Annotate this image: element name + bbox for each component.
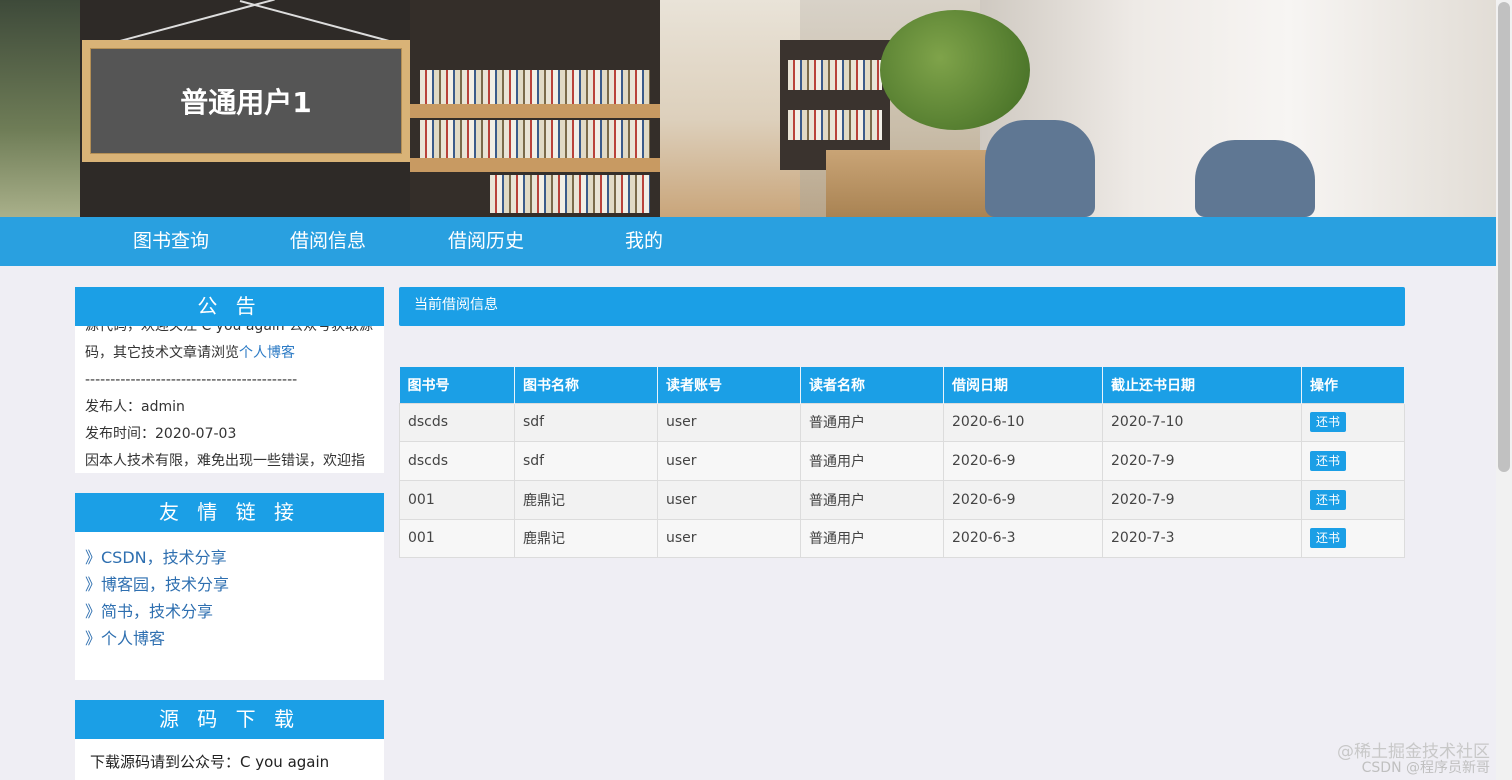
nav-item-borrow-info[interactable]: 借阅信息 xyxy=(290,217,366,266)
notice-body: 源代码，欢迎关注 C you again 公众号获取源 码，其它技术文章请浏览个… xyxy=(75,326,384,473)
col-borrow-date: 借阅日期 xyxy=(943,367,1103,403)
cell-book-name: sdf xyxy=(514,402,658,443)
page-scrollbar[interactable] xyxy=(1496,0,1512,780)
notice-panel: 公 告 源代码，欢迎关注 C you again 公众号获取源 码，其它技术文章… xyxy=(75,287,384,473)
nav-item-mine[interactable]: 我的 xyxy=(625,217,663,266)
notice-text: 码，其它技术文章请浏览 xyxy=(85,345,239,361)
chair-image xyxy=(1195,140,1315,217)
cell-action: 还书 xyxy=(1301,402,1405,443)
bookshelf-image xyxy=(410,0,660,217)
link-personal-blog[interactable]: 》个人博客 xyxy=(85,625,374,652)
planter-image xyxy=(826,150,996,217)
banner-window-left xyxy=(0,0,80,217)
link-cnblogs[interactable]: 》博客园，技术分享 xyxy=(85,571,374,598)
source-download-panel: 源 码 下 载 下载源码请到公众号：C you again xyxy=(75,700,384,780)
cell-book-name: 鹿鼎记 xyxy=(514,518,658,559)
corridor-image xyxy=(660,0,800,217)
cell-reader-account: user xyxy=(657,402,801,443)
cell-due-date: 2020-7-3 xyxy=(1102,518,1302,559)
cell-due-date: 2020-7-9 xyxy=(1102,441,1302,481)
table-row: 001 鹿鼎记 user 普通用户 2020-6-9 2020-7-9 还书 xyxy=(399,479,1405,520)
cell-book-id: 001 xyxy=(399,479,515,520)
cell-reader-name: 普通用户 xyxy=(800,441,944,481)
main-nav: 图书查询 借阅信息 借阅历史 我的 xyxy=(0,217,1496,266)
notice-line: 码，其它技术文章请浏览个人博客 xyxy=(85,340,374,367)
col-reader-name: 读者名称 xyxy=(800,367,944,403)
personal-blog-link[interactable]: 个人博客 xyxy=(239,345,295,361)
friend-links-title: 友 情 链 接 xyxy=(75,493,384,532)
col-due-date: 截止还书日期 xyxy=(1102,367,1302,403)
current-borrow-title: 当前借阅信息 xyxy=(399,287,1405,326)
cell-reader-account: user xyxy=(657,479,801,520)
plant-image xyxy=(880,10,1030,130)
cell-book-id: 001 xyxy=(399,518,515,559)
table-header-row: 图书号 图书名称 读者账号 读者名称 借阅日期 截止还书日期 操作 xyxy=(399,367,1405,403)
cell-reader-name: 普通用户 xyxy=(800,518,944,559)
scrollbar-thumb[interactable] xyxy=(1498,2,1510,472)
cell-action: 还书 xyxy=(1301,479,1405,520)
return-book-button[interactable]: 还书 xyxy=(1310,451,1347,472)
return-book-button[interactable]: 还书 xyxy=(1310,528,1347,549)
col-reader-account: 读者账号 xyxy=(657,367,801,403)
username-title: 普通用户1 xyxy=(180,86,312,119)
cell-reader-name: 普通用户 xyxy=(800,402,944,443)
col-book-id: 图书号 xyxy=(399,367,515,403)
cell-book-id: dscds xyxy=(399,402,515,443)
cell-borrow-date: 2020-6-9 xyxy=(943,441,1103,481)
cell-borrow-date: 2020-6-9 xyxy=(943,479,1103,520)
cell-borrow-date: 2020-6-3 xyxy=(943,518,1103,559)
nav-item-book-search[interactable]: 图书查询 xyxy=(133,217,209,266)
cell-book-name: 鹿鼎记 xyxy=(514,479,658,520)
watermark-csdn: CSDN @程序员新哥 xyxy=(1361,760,1490,776)
notice-publish-time: 发布时间：2020-07-03 xyxy=(85,426,237,442)
cell-due-date: 2020-7-9 xyxy=(1102,479,1302,520)
source-download-text: 下载源码请到公众号：C you again xyxy=(90,753,330,771)
chair-image xyxy=(985,120,1095,217)
notice-divider: ----------------------------------------… xyxy=(85,372,298,388)
header-banner: 普通用户1 xyxy=(0,0,1496,217)
notice-line: 源代码，欢迎关注 C you again 公众号获取源 xyxy=(85,326,374,334)
cell-reader-name: 普通用户 xyxy=(800,479,944,520)
cell-action: 还书 xyxy=(1301,441,1405,481)
table-row: dscds sdf user 普通用户 2020-6-9 2020-7-9 还书 xyxy=(399,441,1405,481)
table-row: dscds sdf user 普通用户 2020-6-10 2020-7-10 … xyxy=(399,402,1405,443)
table-row: 001 鹿鼎记 user 普通用户 2020-6-3 2020-7-3 还书 xyxy=(399,518,1405,559)
col-book-name: 图书名称 xyxy=(514,367,658,403)
notice-publisher: 发布人：admin xyxy=(85,399,185,415)
username-chalkboard: 普通用户1 xyxy=(82,40,410,162)
cell-book-id: dscds xyxy=(399,441,515,481)
nav-item-borrow-history[interactable]: 借阅历史 xyxy=(448,217,524,266)
return-book-button[interactable]: 还书 xyxy=(1310,412,1347,433)
source-download-title: 源 码 下 载 xyxy=(75,700,384,739)
notice-title: 公 告 xyxy=(75,287,384,326)
return-book-button[interactable]: 还书 xyxy=(1310,489,1347,510)
link-jianshu[interactable]: 》简书，技术分享 xyxy=(85,598,374,625)
cell-book-name: sdf xyxy=(514,441,658,481)
cell-borrow-date: 2020-6-10 xyxy=(943,402,1103,443)
cell-due-date: 2020-7-10 xyxy=(1102,402,1302,443)
notice-line: 因本人技术有限，难免出现一些错误，欢迎指正 xyxy=(85,453,365,469)
cell-reader-account: user xyxy=(657,518,801,559)
cell-reader-account: user xyxy=(657,441,801,481)
col-action: 操作 xyxy=(1301,367,1405,403)
link-csdn[interactable]: 》CSDN，技术分享 xyxy=(85,544,374,571)
cell-action: 还书 xyxy=(1301,518,1405,559)
friend-links-panel: 友 情 链 接 》CSDN，技术分享 》博客园，技术分享 》简书，技术分享 》个… xyxy=(75,493,384,680)
borrow-table: 图书号 图书名称 读者账号 读者名称 借阅日期 截止还书日期 操作 dscds … xyxy=(399,367,1405,559)
